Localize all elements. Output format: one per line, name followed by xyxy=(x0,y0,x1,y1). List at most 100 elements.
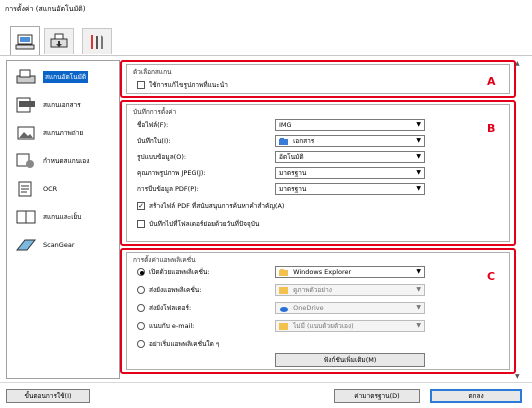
checkbox-box xyxy=(137,220,145,228)
chevron-down-icon: ▼ xyxy=(416,304,421,311)
chevron-down-icon: ▼ xyxy=(416,153,421,160)
sidebar-item-ocr[interactable]: OCR xyxy=(7,175,119,203)
window-title: การตั้งค่า (สแกนอัตโนมัติ) xyxy=(5,5,86,13)
app-settings-section: การตั้งค่าแอพพลิเคชั่น เปิดด้วยแอพพลิเคช… xyxy=(126,252,510,370)
sidebar-item-scangear[interactable]: ScanGear xyxy=(7,231,119,259)
sidebar-item-label: OCR xyxy=(43,185,58,193)
chevron-down-icon: ▼ xyxy=(416,121,421,128)
ok-button[interactable]: ตกลง xyxy=(430,389,522,403)
jpeg-quality-select[interactable]: มาตรฐาน ▼ xyxy=(275,167,425,179)
main-panel: ตัวเลือกสแกน ใช้การแก้ไขรูปภาพที่แนะนำ A… xyxy=(120,60,524,380)
footer-bar: ขั้นตอนการใช้(I) ค่ามาตรฐาน(D) ตกลง xyxy=(0,382,532,408)
pdf-compression-select[interactable]: มาตรฐาน ▼ xyxy=(275,183,425,195)
tab-bar xyxy=(0,22,532,56)
title-bar: การตั้งค่า (สแกนอัตโนมัติ) xyxy=(0,0,532,18)
pdf-compression-value: มาตรฐาน xyxy=(279,185,307,193)
general-settings-icon xyxy=(91,34,103,49)
chevron-down-icon: ▼ xyxy=(416,286,421,293)
open-with-app-radio[interactable]: เปิดด้วยแอพพลิเคชั่น: xyxy=(137,265,210,279)
sidebar-item-label: ScanGear xyxy=(43,241,75,249)
tab-scan-from-panel[interactable] xyxy=(44,28,74,54)
save-in-label: บันทึกใน(I): xyxy=(137,137,171,145)
send-to-folder-select[interactable]: OneDrive ▼ xyxy=(275,302,425,314)
attach-email-radio[interactable]: แนบกับ e-mail: xyxy=(137,319,194,333)
vertical-scrollbar[interactable]: ▲ ▼ xyxy=(513,60,523,380)
checkbox-box xyxy=(137,81,145,89)
sidebar-item-label: สแกนภาพถ่าย xyxy=(43,129,84,137)
tab-general-settings[interactable] xyxy=(82,28,112,54)
sidebar-item-custom-scan[interactable]: กำหนดสแกนเอง xyxy=(7,147,119,175)
ocr-icon xyxy=(15,179,37,199)
scroll-down-icon[interactable]: ▼ xyxy=(515,373,520,380)
documents-folder-icon xyxy=(279,137,288,145)
attach-email-value: ไม่มี (แนบด้วยตัวเอง) xyxy=(293,322,354,330)
checkbox-box: ✓ xyxy=(137,201,145,210)
send-to-folder-radio[interactable]: ส่งยังโฟลเดอร์: xyxy=(137,301,191,315)
recommended-correction-checkbox[interactable]: ใช้การแก้ไขรูปภาพที่แนะนำ xyxy=(137,78,228,92)
sidebar-item-document-scan[interactable]: สแกนเอกสาร xyxy=(7,91,119,119)
open-with-app-value: Windows Explorer xyxy=(293,268,352,276)
sidebar-item-auto-scan[interactable]: สแกนอัตโนมัติ xyxy=(7,63,119,91)
onedrive-icon xyxy=(280,306,288,312)
tab-divider xyxy=(0,55,532,56)
no-app-radio[interactable]: อย่าเริ่มแอพพลิเคชั่นใด ๆ xyxy=(137,337,219,351)
data-format-value: อัตโนมัติ xyxy=(279,153,304,161)
send-to-app-label: ส่งยังแอพพลิเคชั่น: xyxy=(149,286,202,294)
data-format-select[interactable]: อัตโนมัติ ▼ xyxy=(275,151,425,163)
send-to-app-radio[interactable]: ส่งยังแอพพลิเคชั่น: xyxy=(137,283,201,297)
open-with-app-select[interactable]: Windows Explorer ▼ xyxy=(275,266,425,278)
jpeg-quality-label: คุณภาพรูปภาพ JPEG(J): xyxy=(137,169,206,177)
auto-scan-icon xyxy=(15,67,37,87)
recommended-correction-label: ใช้การแก้ไขรูปภาพที่แนะนำ xyxy=(149,81,228,89)
save-subfolder-checkbox[interactable]: บันทึกไปที่โฟลเดอร์ย่อยด้วยวันที่ปัจจุบั… xyxy=(137,217,259,231)
save-in-value: เอกสาร xyxy=(293,137,315,145)
no-app-label: อย่าเริ่มแอพพลิเคชั่นใด ๆ xyxy=(149,340,220,348)
sidebar-item-scan-stitch[interactable]: สแกนและเย็บ xyxy=(7,203,119,231)
sidebar-item-label: สแกนและเย็บ xyxy=(43,213,82,221)
tab-scan-from-computer[interactable] xyxy=(10,26,40,56)
attach-email-select[interactable]: ไม่มี (แนบด้วยตัวเอง) ▼ xyxy=(275,320,425,332)
windows-explorer-icon xyxy=(279,268,288,276)
app-settings-title: การตั้งค่าแอพพลิเคชั่น xyxy=(133,256,196,264)
scan-stitch-icon xyxy=(15,207,37,227)
sidebar-item-label: สแกนเอกสาร xyxy=(43,101,81,109)
pdf-compression-label: การบีบข้อมูล PDF(P): xyxy=(137,185,199,193)
radio-button xyxy=(137,322,145,330)
scan-options-title: ตัวเลือกสแกน xyxy=(133,68,172,76)
sidebar-item-label: สแกนอัตโนมัติ xyxy=(43,71,89,83)
radio-button xyxy=(137,268,145,276)
sidebar-item-label: กำหนดสแกนเอง xyxy=(43,157,90,165)
jpeg-quality-value: มาตรฐาน xyxy=(279,169,307,177)
send-to-folder-label: ส่งยังโฟลเดอร์: xyxy=(149,304,192,312)
radio-button xyxy=(137,286,145,294)
callout-badge-a: A xyxy=(487,75,496,88)
more-functions-button[interactable]: ฟังก์ชันเพิ่มเติม(M) xyxy=(275,353,425,367)
scan-from-computer-icon xyxy=(15,34,35,49)
callout-badge-b: B xyxy=(487,122,496,135)
chevron-down-icon: ▼ xyxy=(416,322,421,329)
searchable-pdf-label: สร้างไฟล์ PDF ที่สนับสนุนการค้นหาคำสำคัญ… xyxy=(149,202,285,210)
searchable-pdf-checkbox[interactable]: ✓ สร้างไฟล์ PDF ที่สนับสนุนการค้นหาคำสำค… xyxy=(137,199,284,213)
sidebar: สแกนอัตโนมัติ สแกนเอกสาร สแกนภาพถ่าย กำห… xyxy=(6,60,120,379)
attach-email-label: แนบกับ e-mail: xyxy=(149,322,195,330)
save-settings-section: บันทึกการตั้งค่า ชื่อไฟล์(F): IMG ▼ บันท… xyxy=(126,104,510,242)
send-to-folder-value: OneDrive xyxy=(293,304,324,312)
chevron-down-icon: ▼ xyxy=(416,185,421,192)
save-settings-title: บันทึกการตั้งค่า xyxy=(133,108,177,116)
send-to-app-select[interactable]: ดูภาพตัวอย่าง ▼ xyxy=(275,284,425,296)
scan-options-section: ตัวเลือกสแกน ใช้การแก้ไขรูปภาพที่แนะนำ xyxy=(126,64,510,94)
instructions-button[interactable]: ขั้นตอนการใช้(I) xyxy=(6,389,90,403)
defaults-button[interactable]: ค่ามาตรฐาน(D) xyxy=(334,389,420,403)
custom-scan-icon xyxy=(15,151,37,171)
chevron-down-icon: ▼ xyxy=(416,169,421,176)
file-name-input[interactable]: IMG ▼ xyxy=(275,119,425,131)
chevron-down-icon: ▼ xyxy=(416,137,421,144)
sidebar-item-photo-scan[interactable]: สแกนภาพถ่าย xyxy=(7,119,119,147)
save-in-select[interactable]: เอกสาร ▼ xyxy=(275,135,425,147)
save-subfolder-label: บันทึกไปที่โฟลเดอร์ย่อยด้วยวันที่ปัจจุบั… xyxy=(149,220,260,228)
open-with-app-label: เปิดด้วยแอพพลิเคชั่น: xyxy=(149,268,210,276)
radio-button xyxy=(137,340,145,348)
scroll-up-icon[interactable]: ▲ xyxy=(515,60,520,67)
email-icon xyxy=(279,322,288,330)
callout-badge-c: C xyxy=(487,270,496,283)
